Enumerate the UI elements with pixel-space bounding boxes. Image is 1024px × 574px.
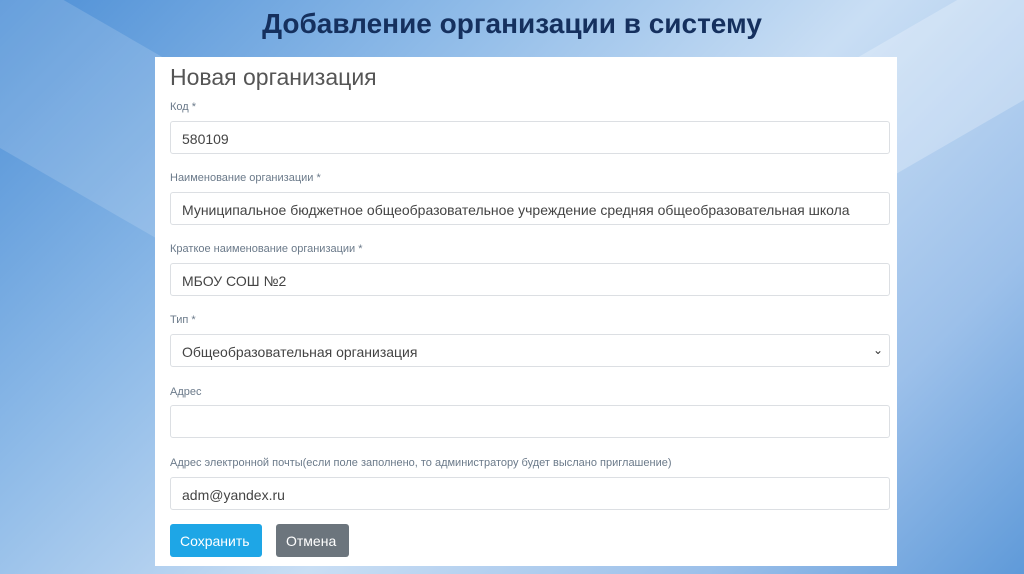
save-button[interactable]: Сохранить (170, 524, 262, 557)
new-organization-form: Новая организация Код * 580109 Наименова… (155, 57, 897, 566)
code-label: Код * (170, 101, 197, 113)
type-select[interactable]: Общеобразовательная организация ⌄ (170, 334, 890, 367)
code-input[interactable]: 580109 (170, 121, 890, 154)
email-label: Адрес электронной почты(если поле заполн… (170, 457, 672, 469)
cancel-button[interactable]: Отмена (276, 524, 349, 557)
type-label: Тип * (170, 314, 196, 326)
address-input[interactable] (170, 405, 890, 438)
email-input[interactable]: adm@yandex.ru (170, 477, 890, 510)
name-label: Наименование организации * (170, 172, 321, 184)
chevron-down-icon: ⌄ (872, 343, 883, 357)
form-title: Новая организация (170, 64, 377, 90)
name-input[interactable]: Муниципальное бюджетное общеобразователь… (170, 192, 890, 225)
slide-title: Добавление организации в систему (262, 8, 762, 39)
address-label: Адрес (170, 386, 202, 398)
short-name-label: Краткое наименование организации * (170, 243, 363, 255)
short-name-input[interactable]: МБОУ СОШ №2 (170, 263, 890, 296)
type-select-value: Общеобразовательная организация (182, 344, 418, 360)
